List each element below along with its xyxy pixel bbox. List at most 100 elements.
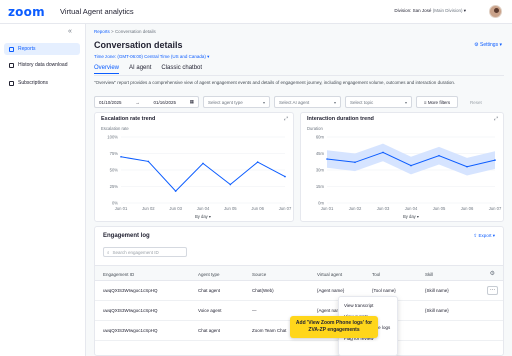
sidebar-item-label: History data download xyxy=(18,62,68,68)
data-point xyxy=(256,161,259,163)
x-tick-label: Jun 04 xyxy=(405,206,418,211)
ai-agent-placeholder: Select AI agent xyxy=(279,99,310,105)
filter-bar: 01/10/2025 → 01/16/2025 ▦ Select agent t… xyxy=(94,96,482,108)
breadcrumb: Reports > Conversation details xyxy=(94,29,156,34)
y-tick-label: 25% xyxy=(110,184,119,189)
division-sub: (Main Division) xyxy=(432,8,463,13)
tool: {Tool name} xyxy=(372,288,396,293)
date-range-picker[interactable]: 01/10/2025 → 01/16/2025 ▦ xyxy=(94,96,199,108)
menu-item-view-transcript[interactable]: View transcript xyxy=(339,300,397,311)
column-header[interactable]: Virtual agent xyxy=(317,272,342,277)
breadcrumb-separator: > xyxy=(111,29,114,34)
table-row[interactable]: uwqQXtS3WIwgoc1cSpHQ Chat agent Chat(Web… xyxy=(95,281,503,301)
x-axis-granularity: By day ▾ xyxy=(403,214,419,219)
gear-icon: ⚙ xyxy=(474,42,479,48)
data-point xyxy=(354,161,356,164)
x-tick-label: Jun 05 xyxy=(433,206,446,211)
x-tick-label: Jun 06 xyxy=(461,206,474,211)
escalation-rate-card: Escalation rate trend ⤢ Escalation rate 0… xyxy=(94,112,294,222)
division-selector[interactable]: Division: San José (Main Division) ▾ xyxy=(394,8,466,14)
ai-agent-select[interactable]: Select AI agent ▾ xyxy=(274,96,341,108)
arrow-right-icon: → xyxy=(135,99,140,105)
reset-button[interactable]: Reset xyxy=(462,96,482,108)
page-title: Conversation details xyxy=(94,40,183,50)
column-header[interactable]: Source xyxy=(252,272,266,277)
data-point xyxy=(438,154,440,157)
data-point xyxy=(284,175,286,178)
top-bar: zoom Virtual Agent analytics Division: S… xyxy=(0,0,512,24)
chevron-down-icon: ▾ xyxy=(463,8,466,13)
sidebar-item-label: Reports xyxy=(18,46,36,52)
data-point xyxy=(382,151,384,154)
export-button[interactable]: ⇪ Export ▾ xyxy=(473,233,495,239)
timezone-selector[interactable]: Time zone: (GMT-06:00) Central Time (US … xyxy=(94,54,209,60)
skill: {Skill name} xyxy=(425,308,449,313)
data-point xyxy=(147,160,150,163)
y-tick-label: 15m xyxy=(316,184,325,189)
engagement-id[interactable]: uwqQXtS3WIwgoc1cSpHQ xyxy=(103,328,158,333)
y-axis-label: Duration xyxy=(307,126,323,131)
data-point xyxy=(174,190,177,192)
data-point xyxy=(466,165,468,168)
y-tick-label: 60m xyxy=(316,135,325,140)
avatar[interactable] xyxy=(489,5,502,18)
x-tick-label: Jun 02 xyxy=(142,206,155,211)
x-tick-label: Jun 03 xyxy=(377,206,390,211)
sidebar-item-history-download[interactable]: History data download xyxy=(4,59,80,71)
report-description: "Overview" report provides a comprehensi… xyxy=(94,80,456,85)
column-header[interactable]: Tool xyxy=(372,272,380,277)
escalation-rate-chart: Escalation rate 0% 25% 50% 75% 100% Jun 01 Jun … xyxy=(101,126,292,219)
date-to: 01/16/2025 xyxy=(153,99,176,105)
export-label: Export xyxy=(478,233,492,238)
row-actions-button[interactable]: ··· xyxy=(487,286,498,295)
tab-classic-chatbot[interactable]: Classic chatbot xyxy=(161,65,202,74)
data-point xyxy=(120,156,122,158)
table-header: Engagement ID Agent type Source Virtual … xyxy=(95,265,503,281)
chevron-down-icon: ▾ xyxy=(333,99,336,105)
more-filters-button[interactable]: ≡ More filters xyxy=(416,96,458,108)
timezone-label: Time zone: (GMT-06:00) Central Time (US … xyxy=(94,54,206,59)
x-tick-label: Jun 03 xyxy=(169,206,182,211)
tab-ai-agent[interactable]: AI agent xyxy=(129,65,151,74)
source: — xyxy=(252,308,257,313)
agent-type: Chat agent xyxy=(198,288,221,293)
gear-icon[interactable]: ⚙ xyxy=(490,270,495,277)
sidebar-item-label: Subscriptions xyxy=(18,80,49,86)
search-icon: ⌕ xyxy=(107,249,110,255)
callout-line-1: Add 'View Zoom Phone logs' for xyxy=(295,320,373,326)
engagement-id[interactable]: uwqQXtS3WIwgoc1cSpHQ xyxy=(103,308,158,313)
column-header[interactable]: Agent type xyxy=(198,272,220,277)
agent-type-placeholder: Select agent type xyxy=(208,99,243,105)
agent-type: Chat agent xyxy=(198,328,221,333)
settings-button[interactable]: ⚙ Settings ▾ xyxy=(474,42,502,48)
y-tick-label: 100% xyxy=(107,135,118,140)
virtual-agent: {Agent name} xyxy=(317,288,345,293)
data-point xyxy=(326,158,328,160)
column-header[interactable]: Skill xyxy=(425,272,433,277)
engagement-search-input[interactable]: ⌕ Search engagement ID xyxy=(103,247,187,257)
x-tick-label: Jun 02 xyxy=(349,206,362,211)
x-tick-label: Jun 06 xyxy=(251,206,264,211)
collapse-sidebar-icon[interactable]: « xyxy=(68,28,72,35)
main-content: Reports > Conversation details Conversat… xyxy=(86,24,512,356)
tab-overview[interactable]: Overview xyxy=(94,65,120,74)
chevron-down-icon: ▾ xyxy=(492,233,495,238)
chevron-down-icon: ▾ xyxy=(404,99,407,105)
data-point xyxy=(229,183,232,186)
tab-bar: Overview AI agent Classic chatbot xyxy=(94,65,202,74)
bell-icon xyxy=(9,80,14,86)
source: Zoom Team Chat xyxy=(252,328,287,333)
x-tick-label: Jun 07 xyxy=(489,206,502,211)
column-header[interactable]: Engagement ID xyxy=(103,272,134,277)
chevron-down-icon: ▾ xyxy=(207,54,210,59)
engagement-id[interactable]: uwqQXtS3WIwgoc1cSpHQ xyxy=(103,288,158,293)
duration-trend-card: Interaction duration trend ⤢ Duration 0m 1… xyxy=(300,112,504,222)
duration-trend-chart: Duration 0m 15m 30m 45m 60m Jun 01 Jun 02 Jun 03… xyxy=(307,126,502,219)
breadcrumb-reports-link[interactable]: Reports xyxy=(94,29,110,34)
topic-select[interactable]: Select topic ▾ xyxy=(345,96,412,108)
zoom-logo[interactable]: zoom xyxy=(8,5,45,19)
sidebar-item-subscriptions[interactable]: Subscriptions xyxy=(4,77,80,89)
breadcrumb-current: Conversation details xyxy=(114,29,156,34)
agent-type-select[interactable]: Select agent type ▾ xyxy=(203,96,270,108)
sidebar-item-reports[interactable]: Reports xyxy=(4,43,80,55)
